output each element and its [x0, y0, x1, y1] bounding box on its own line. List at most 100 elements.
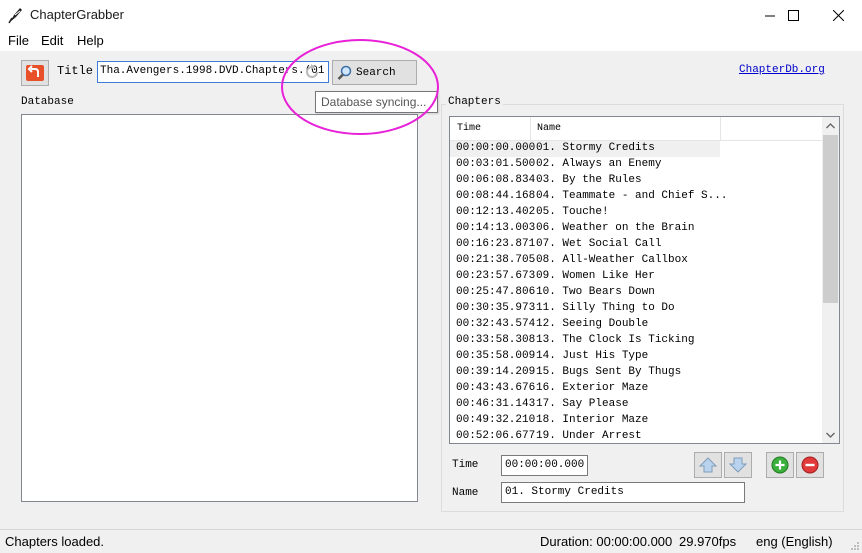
sync-icon	[306, 64, 318, 78]
chapter-time: 00:21:38.705	[456, 254, 536, 266]
chapter-row[interactable]: 00:14:13.003 06. Weather on the Brain	[450, 221, 822, 237]
arrow-down-icon	[728, 457, 748, 473]
menu-file[interactable]: File	[8, 33, 29, 48]
chapter-name: 17. Say Please	[536, 398, 629, 410]
chapter-row[interactable]: 00:23:57.673 09. Women Like Her	[450, 269, 822, 285]
close-icon	[832, 10, 844, 21]
chapter-name: 13. The Clock Is Ticking	[536, 334, 695, 346]
chapter-row[interactable]: 00:16:23.871 07. Wet Social Call	[450, 237, 822, 253]
chapter-name: 14. Just His Type	[536, 350, 649, 362]
arrow-up-icon	[698, 457, 718, 473]
chapter-time: 00:25:47.806	[456, 286, 536, 298]
chapter-row[interactable]: 00:00:00.000 01. Stormy Credits	[450, 141, 720, 157]
undo-arrow-icon	[26, 65, 44, 81]
scroll-up-button[interactable]	[822, 117, 839, 134]
chapter-time: 00:12:13.402	[456, 206, 536, 218]
chapter-row[interactable]: 00:46:31.143 17. Say Please	[450, 397, 822, 413]
scroll-thumb[interactable]	[823, 135, 838, 303]
chevron-down-icon	[826, 432, 835, 438]
maximize-button[interactable]	[770, 0, 816, 31]
chapterdb-link[interactable]: ChapterDb.org	[739, 64, 825, 76]
chapter-row[interactable]: 00:39:14.209 15. Bugs Sent By Thugs	[450, 365, 822, 381]
chapter-name: 11. Silly Thing to Do	[536, 302, 675, 314]
column-divider[interactable]	[530, 117, 531, 141]
chapter-name: 15. Bugs Sent By Thugs	[536, 366, 682, 378]
chapters-list-header: Time Name	[450, 117, 822, 141]
feather-quill-icon	[8, 8, 22, 24]
scroll-down-button[interactable]	[822, 426, 839, 443]
chapter-name: 04. Teammate - and Chief S...	[536, 190, 728, 202]
menu-help[interactable]: Help	[77, 33, 104, 48]
chapters-list[interactable]: Time Name 00:00:00.000 01. Stormy Credits…	[449, 116, 840, 444]
chapters-group-label: Chapters	[446, 96, 503, 108]
window-title: ChapterGrabber	[30, 7, 124, 22]
database-list[interactable]	[21, 114, 418, 502]
magnifier-icon	[337, 65, 352, 80]
chapter-name: 10. Two Bears Down	[536, 286, 655, 298]
status-bar: Chapters loaded. Duration: 00:00:00.000 …	[0, 529, 862, 553]
chapter-time: 00:52:06.677	[456, 430, 536, 442]
chapter-time: 00:35:58.009	[456, 350, 536, 362]
chapter-row[interactable]: 00:35:58.009 14. Just His Type	[450, 349, 822, 365]
chapter-time: 00:23:57.673	[456, 270, 536, 282]
undo-button[interactable]	[21, 60, 49, 86]
vertical-scrollbar[interactable]	[822, 117, 839, 443]
chapter-time: 00:03:01.500	[456, 158, 536, 170]
minus-icon	[801, 456, 819, 474]
chapter-name: 02. Always an Enemy	[536, 158, 662, 170]
duration-readout: Duration: 00:00:00.000	[540, 534, 673, 549]
plus-icon	[771, 456, 789, 474]
chapter-row[interactable]: 00:21:38.705 08. All-Weather Callbox	[450, 253, 822, 269]
resize-grip-icon[interactable]	[850, 541, 860, 551]
column-header-time[interactable]: Time	[457, 123, 481, 134]
column-header-name[interactable]: Name	[537, 123, 561, 134]
fps-readout[interactable]: 29.970fps	[679, 534, 736, 549]
chapter-row[interactable]: 00:32:43.574 12. Seeing Double	[450, 317, 822, 333]
chapter-row[interactable]: 00:30:35.973 11. Silly Thing to Do	[450, 301, 822, 317]
sync-tooltip: Database syncing...	[315, 91, 438, 113]
title-bar: ChapterGrabber	[0, 0, 862, 31]
chapter-row[interactable]: 00:33:58.308 13. The Clock Is Ticking	[450, 333, 822, 349]
chapter-name: 12. Seeing Double	[536, 318, 649, 330]
chapter-row[interactable]: 00:52:06.677 19. Under Arrest	[450, 429, 822, 443]
chapter-time: 00:32:43.574	[456, 318, 536, 330]
chapter-name: 16. Exterior Maze	[536, 382, 649, 394]
chapter-row[interactable]: 00:12:13.402 05. Touche!	[450, 205, 822, 221]
chapter-time: 00:30:35.973	[456, 302, 536, 314]
status-message: Chapters loaded.	[5, 534, 105, 549]
name-input[interactable]: 01. Stormy Credits	[501, 482, 745, 503]
language-readout[interactable]: eng (English)	[756, 534, 833, 549]
database-group-label: Database	[19, 96, 76, 108]
chapter-time: 00:08:44.168	[456, 190, 536, 202]
chapter-row[interactable]: 00:43:43.676 16. Exterior Maze	[450, 381, 822, 397]
chapter-name: 09. Women Like Her	[536, 270, 655, 282]
chapter-name: 06. Weather on the Brain	[536, 222, 695, 234]
chapter-row[interactable]: 00:03:01.500 02. Always an Enemy	[450, 157, 822, 173]
column-divider[interactable]	[720, 117, 721, 141]
menu-bar: File Edit Help	[0, 31, 862, 51]
chapter-time: 00:06:08.834	[456, 174, 536, 186]
chapter-row[interactable]: 00:25:47.806 10. Two Bears Down	[450, 285, 822, 301]
close-button[interactable]	[815, 0, 861, 31]
menu-edit[interactable]: Edit	[41, 33, 63, 48]
move-down-button[interactable]	[724, 452, 752, 478]
time-input[interactable]: 00:00:00.000	[501, 455, 588, 476]
time-label: Time	[452, 459, 479, 471]
chapter-row[interactable]: 00:06:08.834 03. By the Rules	[450, 173, 822, 189]
chapter-row[interactable]: 00:08:44.168 04. Teammate - and Chief S..…	[450, 189, 822, 205]
chapter-time: 00:16:23.871	[456, 238, 536, 250]
chapter-time: 00:14:13.003	[456, 222, 536, 234]
chapter-name: 05. Touche!	[536, 206, 609, 218]
chapter-name: 01. Stormy Credits	[536, 142, 655, 154]
chapter-name: 19. Under Arrest	[536, 430, 642, 442]
search-button[interactable]: Search	[332, 60, 417, 85]
chapter-row[interactable]: 00:49:32.210 18. Interior Maze	[450, 413, 822, 429]
add-chapter-button[interactable]	[766, 452, 794, 478]
chapter-time: 00:49:32.210	[456, 414, 536, 426]
chapter-time: 00:33:58.308	[456, 334, 536, 346]
title-input[interactable]: Tha.Avengers.1998.DVD.Chapters.(01	[97, 61, 329, 83]
chevron-up-icon	[826, 122, 835, 128]
chapter-time: 00:39:14.209	[456, 366, 536, 378]
move-up-button[interactable]	[694, 452, 722, 478]
remove-chapter-button[interactable]	[796, 452, 824, 478]
